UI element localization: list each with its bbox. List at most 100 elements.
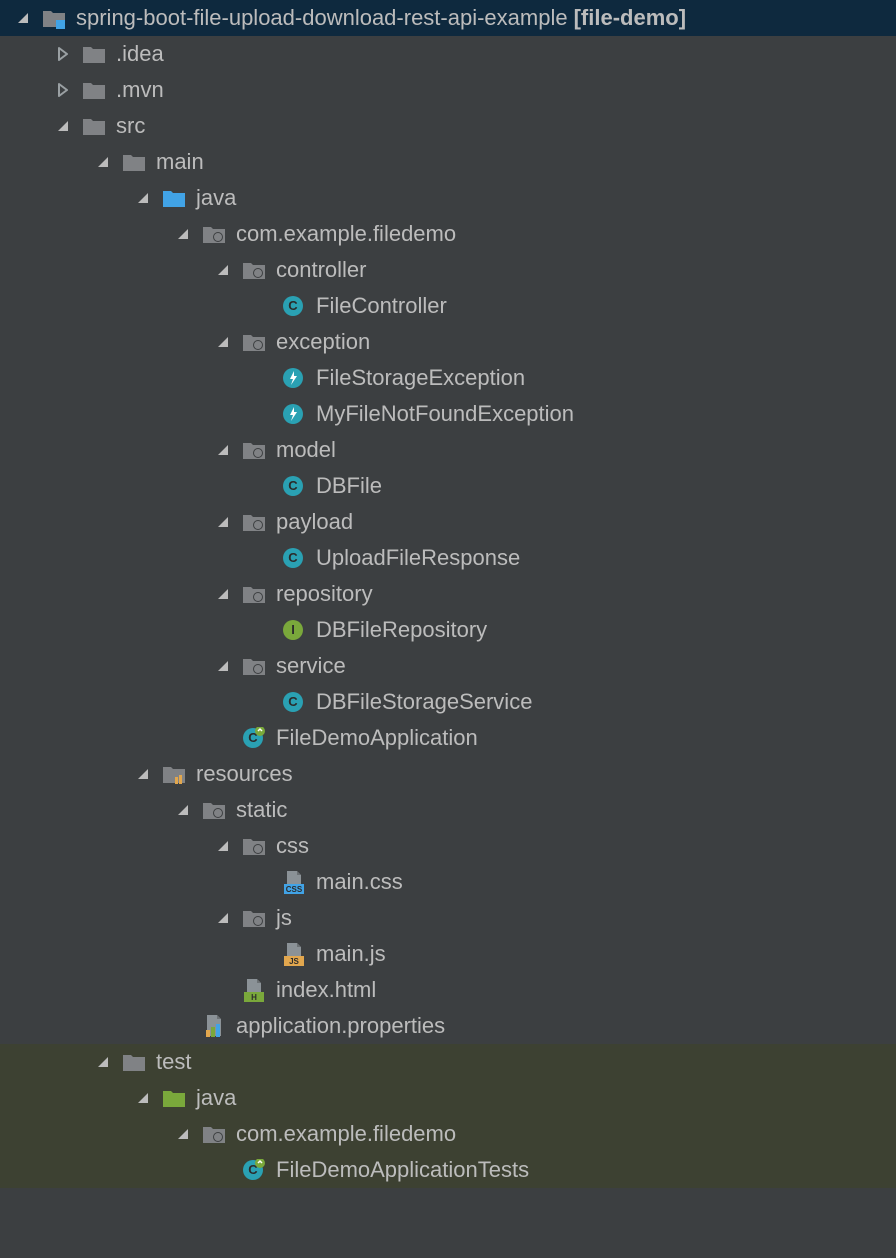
tree-item-label: .mvn bbox=[116, 77, 164, 103]
tree-item-exception[interactable]: exception bbox=[0, 324, 896, 360]
tree-item-package-main[interactable]: com.example.filedemo bbox=[0, 216, 896, 252]
exception-class-icon bbox=[282, 402, 306, 426]
tree-item-main-java[interactable]: java bbox=[0, 180, 896, 216]
exception-class-icon bbox=[282, 366, 306, 390]
tree-item-application-properties[interactable]: application.properties bbox=[0, 1008, 896, 1044]
tree-item-label: FileController bbox=[316, 293, 447, 319]
chevron-down-icon[interactable] bbox=[134, 1089, 152, 1107]
tree-item-file-demo-application-tests[interactable]: CFileDemoApplicationTests bbox=[0, 1152, 896, 1188]
tree-item-file-controller[interactable]: C FileController bbox=[0, 288, 896, 324]
tree-item-test-java[interactable]: java bbox=[0, 1080, 896, 1116]
chevron-down-icon[interactable] bbox=[214, 909, 232, 927]
tree-item-label: js bbox=[276, 905, 292, 931]
tree-item-src[interactable]: src bbox=[0, 108, 896, 144]
chevron-down-icon[interactable] bbox=[214, 441, 232, 459]
tree-item-js[interactable]: js bbox=[0, 900, 896, 936]
js-file-icon: JS bbox=[282, 942, 306, 966]
package-icon bbox=[242, 438, 266, 462]
chevron-down-icon[interactable] bbox=[214, 333, 232, 351]
tree-item-css[interactable]: css bbox=[0, 828, 896, 864]
tree-item-file-storage-exception[interactable]: FileStorageException bbox=[0, 360, 896, 396]
chevron-down-icon[interactable] bbox=[94, 1053, 112, 1071]
module-name-suffix: [file-demo] bbox=[574, 5, 686, 31]
class-icon: C bbox=[282, 474, 306, 498]
tree-item-service[interactable]: service bbox=[0, 648, 896, 684]
tree-item-repository[interactable]: repository bbox=[0, 576, 896, 612]
tree-item-label: src bbox=[116, 113, 145, 139]
tree-item-controller[interactable]: controller bbox=[0, 252, 896, 288]
folder-icon bbox=[82, 42, 106, 66]
tree-item-upload-file-response[interactable]: C UploadFileResponse bbox=[0, 540, 896, 576]
package-icon bbox=[242, 654, 266, 678]
tree-item-label: java bbox=[196, 185, 236, 211]
tree-item-static[interactable]: static bbox=[0, 792, 896, 828]
tree-item-mvn[interactable]: .mvn bbox=[0, 72, 896, 108]
tree-item-main-js[interactable]: JS main.js bbox=[0, 936, 896, 972]
tree-item-my-file-not-found-exception[interactable]: MyFileNotFoundException bbox=[0, 396, 896, 432]
tree-item-main-css[interactable]: CSSmain.css bbox=[0, 864, 896, 900]
chevron-down-icon[interactable] bbox=[214, 513, 232, 531]
tree-item-resources[interactable]: resources bbox=[0, 756, 896, 792]
chevron-down-icon[interactable] bbox=[14, 9, 32, 27]
tree-item-payload[interactable]: payload bbox=[0, 504, 896, 540]
tree-item-label: payload bbox=[276, 509, 353, 535]
tree-item-label: static bbox=[236, 797, 287, 823]
tree-item-idea[interactable]: .idea bbox=[0, 36, 896, 72]
chevron-down-icon[interactable] bbox=[214, 585, 232, 603]
chevron-down-icon[interactable] bbox=[214, 657, 232, 675]
class-icon: C bbox=[282, 294, 306, 318]
runnable-class-icon: C bbox=[242, 1158, 266, 1182]
chevron-down-icon[interactable] bbox=[134, 765, 152, 783]
tree-item-label: DBFileRepository bbox=[316, 617, 487, 643]
interface-icon: I bbox=[282, 618, 306, 642]
svg-text:C: C bbox=[288, 478, 298, 493]
chevron-down-icon[interactable] bbox=[134, 189, 152, 207]
tree-item-label: resources bbox=[196, 761, 293, 787]
tree-item-dbfile-storage-service[interactable]: CDBFileStorageService bbox=[0, 684, 896, 720]
tree-item-index-html[interactable]: Hindex.html bbox=[0, 972, 896, 1008]
tree-item-main[interactable]: main bbox=[0, 144, 896, 180]
tree-item-label: index.html bbox=[276, 977, 376, 1003]
tree-item-label: main.js bbox=[316, 941, 386, 967]
source-folder-icon bbox=[162, 186, 186, 210]
tree-item-label: controller bbox=[276, 257, 366, 283]
tree-item-label: spring-boot-file-upload-download-rest-ap… bbox=[76, 5, 568, 31]
chevron-down-icon[interactable] bbox=[174, 1125, 192, 1143]
chevron-right-icon[interactable] bbox=[54, 81, 72, 99]
tree-item-label: UploadFileResponse bbox=[316, 545, 520, 571]
chevron-right-icon[interactable] bbox=[54, 45, 72, 63]
chevron-down-icon[interactable] bbox=[94, 153, 112, 171]
package-icon bbox=[242, 330, 266, 354]
tree-item-dbfile[interactable]: CDBFile bbox=[0, 468, 896, 504]
css-file-icon: CSS bbox=[282, 870, 306, 894]
package-icon bbox=[242, 582, 266, 606]
package-icon bbox=[242, 510, 266, 534]
properties-file-icon bbox=[202, 1014, 226, 1038]
tree-item-test[interactable]: test bbox=[0, 1044, 896, 1080]
tree-item-package-test[interactable]: com.example.filedemo bbox=[0, 1116, 896, 1152]
chevron-down-icon[interactable] bbox=[214, 261, 232, 279]
tree-item-label: repository bbox=[276, 581, 373, 607]
project-root[interactable]: spring-boot-file-upload-download-rest-ap… bbox=[0, 0, 896, 36]
test-source-folder-icon bbox=[162, 1086, 186, 1110]
tree-item-label: test bbox=[156, 1049, 191, 1075]
chevron-down-icon[interactable] bbox=[214, 837, 232, 855]
package-icon bbox=[242, 258, 266, 282]
svg-text:C: C bbox=[288, 298, 298, 313]
tree-item-label: application.properties bbox=[236, 1013, 445, 1039]
tree-item-dbfile-repository[interactable]: I DBFileRepository bbox=[0, 612, 896, 648]
tree-item-label: service bbox=[276, 653, 346, 679]
svg-text:CSS: CSS bbox=[286, 885, 303, 894]
package-icon bbox=[242, 834, 266, 858]
tree-item-model[interactable]: model bbox=[0, 432, 896, 468]
tree-item-file-demo-application[interactable]: CFileDemoApplication bbox=[0, 720, 896, 756]
chevron-down-icon[interactable] bbox=[54, 117, 72, 135]
tree-item-label: com.example.filedemo bbox=[236, 221, 456, 247]
svg-text:C: C bbox=[288, 694, 298, 709]
package-icon bbox=[242, 906, 266, 930]
chevron-down-icon[interactable] bbox=[174, 225, 192, 243]
folder-icon bbox=[82, 78, 106, 102]
module-folder-icon bbox=[42, 6, 66, 30]
chevron-down-icon[interactable] bbox=[174, 801, 192, 819]
svg-text:C: C bbox=[288, 550, 298, 565]
